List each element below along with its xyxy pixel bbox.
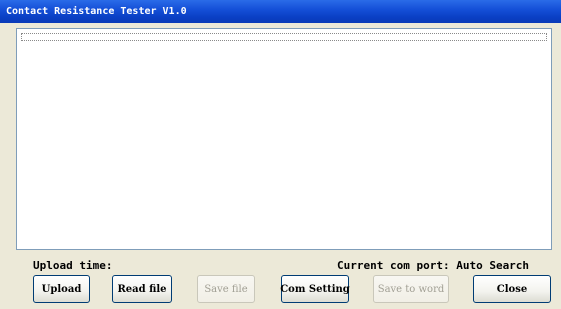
list-header-row[interactable] — [21, 33, 547, 41]
window-title: Contact Resistance Tester V1.0 — [6, 6, 187, 17]
save-file-button: Save file — [197, 275, 255, 303]
upload-button[interactable]: Upload — [33, 275, 90, 303]
close-button[interactable]: Close — [473, 275, 551, 303]
com-setting-button[interactable]: Com Setting — [280, 275, 350, 303]
save-to-word-button: Save to word — [373, 275, 449, 303]
results-list[interactable] — [16, 28, 552, 250]
window-title-bar[interactable]: Contact Resistance Tester V1.0 — [0, 0, 561, 23]
com-port-label: Current com port: Auto Search — [337, 259, 530, 272]
upload-time-label: Upload time: — [33, 259, 113, 272]
read-file-button[interactable]: Read file — [112, 275, 172, 303]
